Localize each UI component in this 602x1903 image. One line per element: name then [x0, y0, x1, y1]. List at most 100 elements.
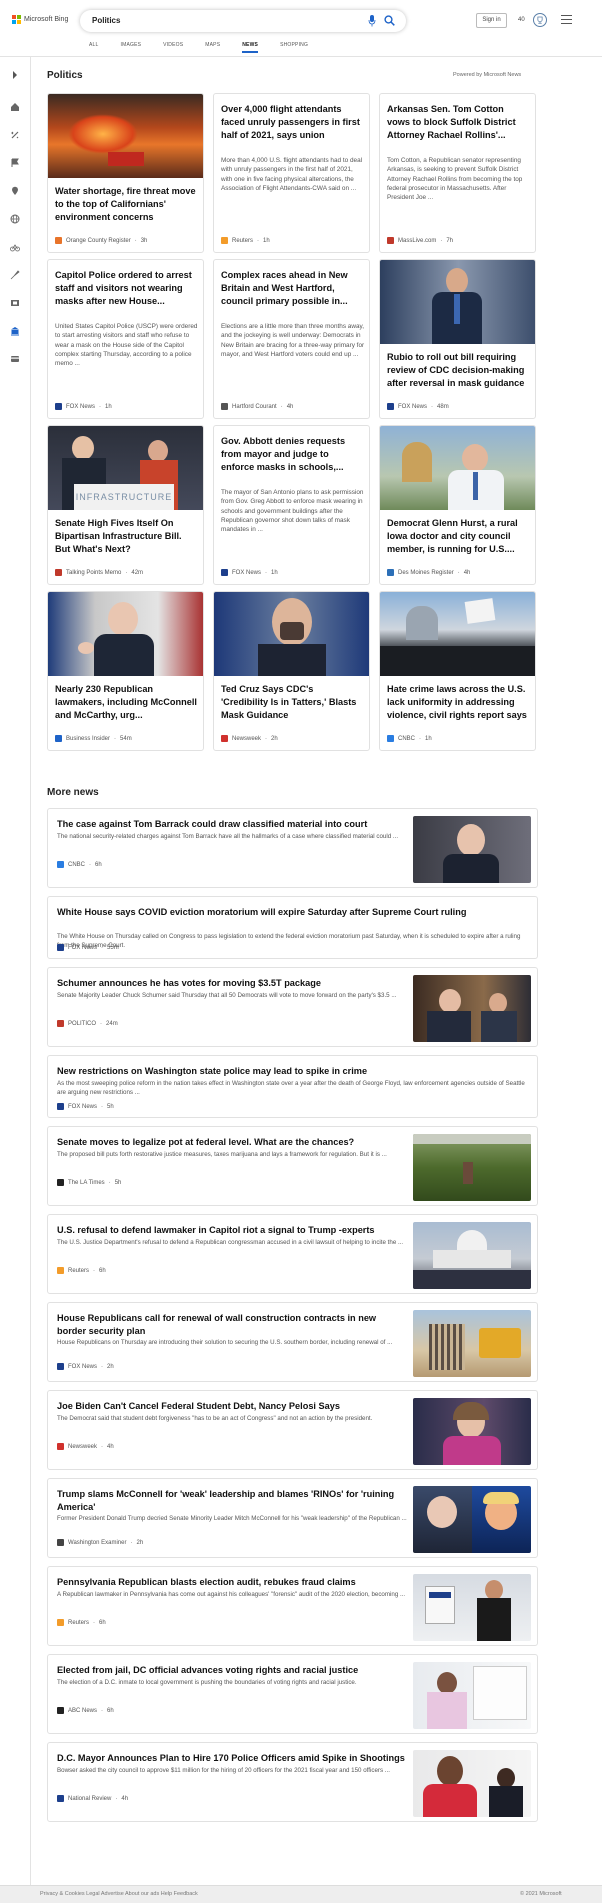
more-news-item[interactable]: Elected from jail, DC official advances … — [47, 1654, 538, 1734]
more-news-item[interactable]: Schumer announces he has votes for movin… — [47, 967, 538, 1047]
more-news-title[interactable]: Pennsylvania Republican blasts election … — [57, 1576, 407, 1589]
news-card-title[interactable]: Over 4,000 flight attendants faced unrul… — [221, 103, 363, 142]
more-news-source[interactable]: Reuters · 6h — [57, 1267, 106, 1274]
more-news-title[interactable]: White House says COVID eviction moratori… — [57, 906, 527, 919]
more-news-title[interactable]: New restrictions on Washington state pol… — [57, 1065, 527, 1078]
news-card-title[interactable]: Hate crime laws across the U.S. lack uni… — [387, 683, 529, 722]
more-news-title[interactable]: Schumer announces he has votes for movin… — [57, 977, 407, 990]
rewards-points[interactable]: 40 — [518, 17, 525, 23]
more-news-item[interactable]: Pennsylvania Republican blasts election … — [47, 1566, 538, 1646]
more-news-item[interactable]: House Republicans call for renewal of wa… — [47, 1302, 538, 1382]
more-news-thumbnail[interactable] — [413, 1310, 531, 1377]
more-news-item[interactable]: White House says COVID eviction moratori… — [47, 896, 538, 959]
footer-links[interactable]: Privacy & Cookies Legal Advertise About … — [40, 1891, 198, 1897]
news-card-title[interactable]: Democrat Glenn Hurst, a rural Iowa docto… — [387, 517, 529, 556]
more-news-item[interactable]: D.C. Mayor Announces Plan to Hire 170 Po… — [47, 1742, 538, 1822]
more-news-source[interactable]: CNBC · 6h — [57, 861, 102, 868]
search-icon[interactable] — [384, 15, 395, 26]
more-news-title[interactable]: D.C. Mayor Announces Plan to Hire 170 Po… — [57, 1752, 407, 1765]
news-card-source[interactable]: MassLive.com · 7h — [387, 237, 453, 244]
more-news-thumbnail[interactable] — [413, 1134, 531, 1201]
news-card-image[interactable]: INFRASTRUCTURE — [48, 426, 203, 510]
tab-shopping[interactable]: SHOPPING — [280, 42, 308, 53]
search-box[interactable]: Politics — [80, 10, 406, 32]
news-card[interactable]: Water shortage, fire threat move to the … — [47, 93, 204, 253]
news-card-title[interactable]: Capitol Police ordered to arrest staff a… — [55, 269, 197, 308]
more-news-source[interactable]: ABC News · 6h — [57, 1707, 114, 1714]
more-news-title[interactable]: The case against Tom Barrack could draw … — [57, 818, 407, 831]
news-card[interactable]: Capitol Police ordered to arrest staff a… — [47, 259, 204, 419]
tools-icon[interactable] — [10, 130, 20, 140]
news-card[interactable]: Rubio to roll out bill requiring review … — [379, 259, 536, 419]
more-news-source[interactable]: POLITICO · 24m — [57, 1020, 118, 1027]
news-card-source[interactable]: Hartford Courant · 4h — [221, 403, 293, 410]
rewards-trophy-icon[interactable] — [533, 13, 547, 27]
more-news-source[interactable]: FOX News · 5h — [57, 1103, 114, 1110]
more-news-thumbnail[interactable] — [413, 1222, 531, 1289]
more-news-thumbnail[interactable] — [413, 816, 531, 883]
more-news-thumbnail[interactable] — [413, 1662, 531, 1729]
news-card-image[interactable] — [48, 94, 203, 178]
more-news-source[interactable]: The LA Times · 5h — [57, 1179, 121, 1186]
more-news-item[interactable]: New restrictions on Washington state pol… — [47, 1055, 538, 1118]
rocket-icon[interactable] — [10, 270, 20, 280]
more-news-item[interactable]: Trump slams McConnell for 'weak' leaders… — [47, 1478, 538, 1558]
news-card[interactable]: Hate crime laws across the U.S. lack uni… — [379, 591, 536, 751]
more-news-title[interactable]: U.S. refusal to defend lawmaker in Capit… — [57, 1224, 407, 1237]
news-card-source[interactable]: Reuters · 1h — [221, 237, 270, 244]
more-news-source[interactable]: Newsweek · 4h — [57, 1443, 114, 1450]
more-news-title[interactable]: Trump slams McConnell for 'weak' leaders… — [57, 1488, 407, 1513]
news-card-title[interactable]: Complex races ahead in New Britain and W… — [221, 269, 363, 308]
more-news-thumbnail[interactable] — [413, 1574, 531, 1641]
news-card-title[interactable]: Ted Cruz Says CDC's 'Credibility Is in T… — [221, 683, 363, 722]
more-news-source[interactable]: National Review · 4h — [57, 1795, 128, 1802]
more-news-title[interactable]: Senate moves to legalize pot at federal … — [57, 1136, 407, 1149]
more-news-title[interactable]: Joe Biden Can't Cancel Federal Student D… — [57, 1400, 407, 1413]
more-news-thumbnail[interactable] — [413, 1486, 531, 1553]
tab-news[interactable]: NEWS — [242, 42, 259, 53]
more-news-item[interactable]: Joe Biden Can't Cancel Federal Student D… — [47, 1390, 538, 1470]
more-news-item[interactable]: Senate moves to legalize pot at federal … — [47, 1126, 538, 1206]
more-news-source[interactable]: FOX News · 2h — [57, 1363, 114, 1370]
location-icon[interactable] — [10, 186, 20, 196]
news-card-source[interactable]: CNBC · 1h — [387, 735, 432, 742]
news-card-source[interactable]: Orange County Register · 3h — [55, 237, 147, 244]
news-card[interactable]: INFRASTRUCTURE Senate High Fives Itself O… — [47, 425, 204, 585]
bank-icon[interactable] — [10, 326, 20, 336]
more-news-item[interactable]: The case against Tom Barrack could draw … — [47, 808, 538, 888]
news-card-source[interactable]: FOX News · 48m — [387, 403, 449, 410]
sign-in-button[interactable]: Sign in — [476, 13, 507, 28]
powered-by[interactable]: Powered by Microsoft News — [453, 72, 521, 78]
bing-logo[interactable]: Microsoft Bing — [12, 15, 68, 24]
tab-videos[interactable]: VIDEOS — [163, 42, 183, 53]
more-news-thumbnail[interactable] — [413, 975, 531, 1042]
news-card[interactable]: Nearly 230 Republican lawmakers, includi… — [47, 591, 204, 751]
more-news-title[interactable]: House Republicans call for renewal of wa… — [57, 1312, 407, 1337]
news-card[interactable]: Ted Cruz Says CDC's 'Credibility Is in T… — [213, 591, 370, 751]
news-card-source[interactable]: Newsweek · 2h — [221, 735, 278, 742]
microphone-icon[interactable] — [368, 15, 376, 27]
film-icon[interactable] — [10, 298, 20, 308]
home-icon[interactable] — [10, 102, 20, 112]
more-news-title[interactable]: Elected from jail, DC official advances … — [57, 1664, 407, 1677]
news-card-image[interactable] — [380, 592, 535, 676]
flag-icon[interactable] — [10, 158, 20, 168]
news-card-source[interactable]: Business Insider · 54m — [55, 735, 132, 742]
tab-all[interactable]: ALL — [89, 42, 99, 53]
more-news-thumbnail[interactable] — [413, 1398, 531, 1465]
more-news-item[interactable]: U.S. refusal to defend lawmaker in Capit… — [47, 1214, 538, 1294]
tab-maps[interactable]: MAPS — [205, 42, 220, 53]
news-card-title[interactable]: Senate High Fives Itself On Bipartisan I… — [55, 517, 197, 556]
tab-images[interactable]: IMAGES — [121, 42, 142, 53]
news-card[interactable]: Gov. Abbott denies requests from mayor a… — [213, 425, 370, 585]
news-card-source[interactable]: Des Moines Register · 4h — [387, 569, 470, 576]
news-card-source[interactable]: FOX News · 1h — [55, 403, 112, 410]
search-input[interactable]: Politics — [92, 16, 120, 25]
more-news-source[interactable]: Reuters · 6h — [57, 1619, 106, 1626]
more-news-source[interactable]: Washington Examiner · 2h — [57, 1539, 143, 1546]
more-news-source[interactable]: FOX News · 55m — [57, 944, 119, 951]
more-news-thumbnail[interactable] — [413, 1750, 531, 1817]
expand-icon[interactable] — [10, 70, 20, 80]
news-card-image[interactable] — [380, 260, 535, 344]
bicycle-icon[interactable] — [10, 242, 20, 252]
